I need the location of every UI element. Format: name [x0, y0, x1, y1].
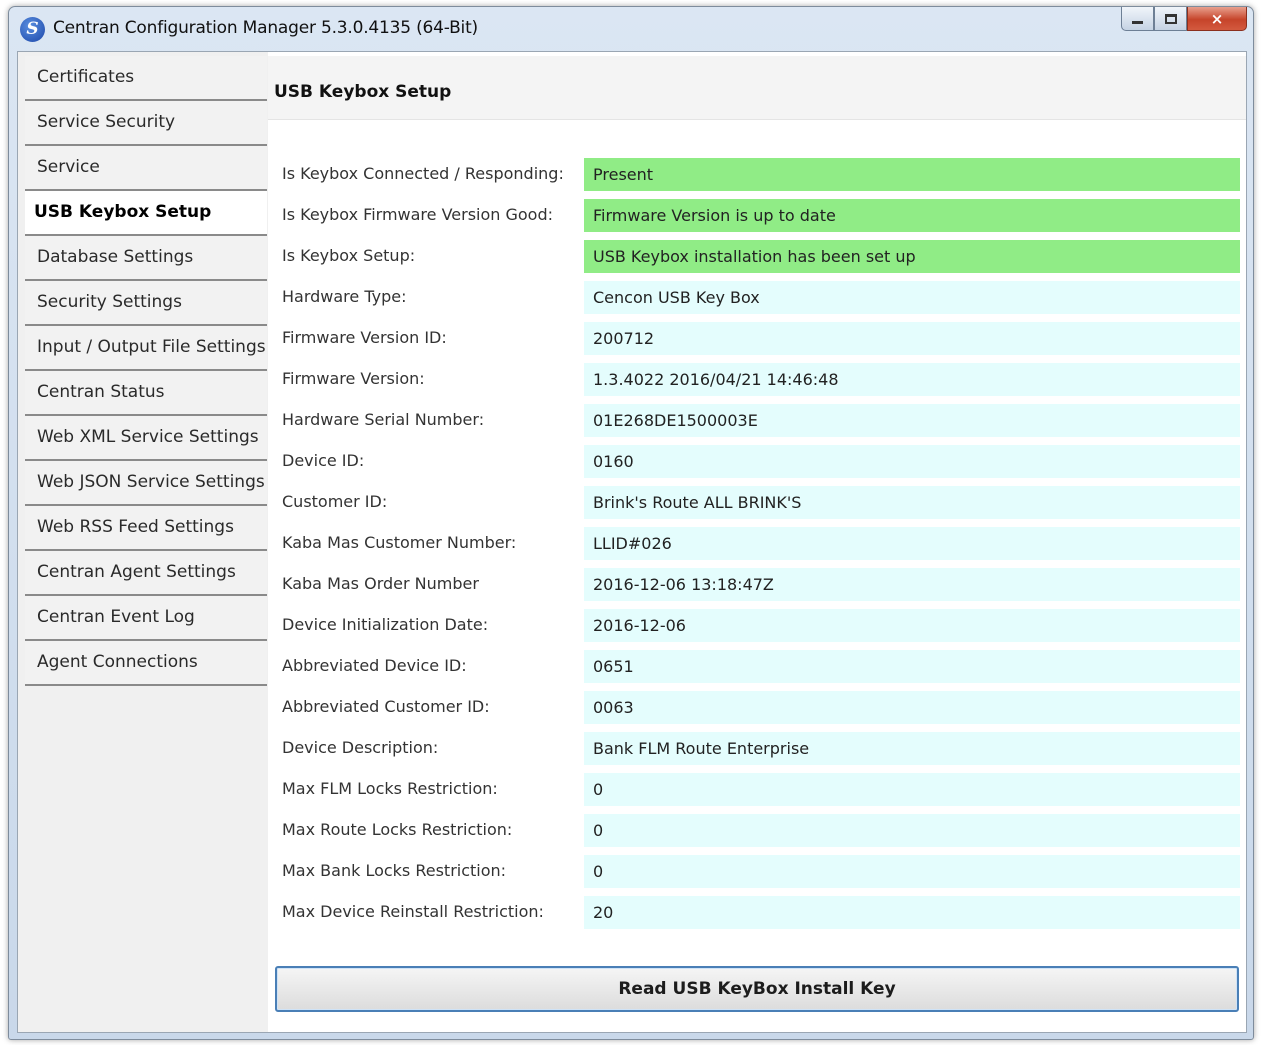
- field-row: Is Keybox Connected / Responding: Presen…: [268, 158, 1246, 191]
- field-label: Max FLM Locks Restriction:: [282, 779, 498, 798]
- maximize-button[interactable]: [1154, 7, 1187, 31]
- field-value: USB Keybox installation has been set up: [584, 240, 1240, 273]
- read-install-key-button[interactable]: Read USB KeyBox Install Key: [275, 966, 1239, 1012]
- field-label: Device Description:: [282, 738, 439, 757]
- field-label: Firmware Version:: [282, 369, 425, 388]
- content-header: USB Keybox Setup: [268, 56, 1246, 120]
- field-value: Bank FLM Route Enterprise: [584, 732, 1240, 765]
- sidebar-item-centran-status[interactable]: Centran Status: [25, 371, 267, 416]
- sidebar-item-usb-keybox-setup[interactable]: USB Keybox Setup: [25, 191, 267, 236]
- field-row: Customer ID: Brink's Route ALL BRINK'S: [268, 486, 1246, 519]
- field-row: Abbreviated Customer ID: 0063: [268, 691, 1246, 724]
- field-row: Firmware Version: 1.3.4022 2016/04/21 14…: [268, 363, 1246, 396]
- field-label: Is Keybox Setup:: [282, 246, 416, 265]
- sidebar-item-io-file-settings[interactable]: Input / Output File Settings: [25, 326, 267, 371]
- close-button[interactable]: ×: [1187, 7, 1247, 31]
- client-area: Certificates Service Security Service US…: [17, 51, 1247, 1033]
- app-logo-icon: S: [20, 17, 45, 42]
- field-label: Abbreviated Device ID:: [282, 656, 467, 675]
- field-row: Max Bank Locks Restriction: 0: [268, 855, 1246, 888]
- minimize-button[interactable]: [1121, 7, 1154, 31]
- field-value: 0063: [584, 691, 1240, 724]
- sidebar-item-web-xml-service[interactable]: Web XML Service Settings: [25, 416, 267, 461]
- field-row: Max FLM Locks Restriction: 0: [268, 773, 1246, 806]
- page-title: USB Keybox Setup: [274, 82, 452, 102]
- sidebar-item-service[interactable]: Service: [25, 146, 267, 191]
- sidebar-item-service-security[interactable]: Service Security: [25, 101, 267, 146]
- field-label: Hardware Serial Number:: [282, 410, 485, 429]
- sidebar-item-certificates[interactable]: Certificates: [25, 56, 267, 101]
- field-value: Present: [584, 158, 1240, 191]
- field-value: LLID#026: [584, 527, 1240, 560]
- maximize-icon: [1164, 13, 1177, 24]
- sidebar-item-security-settings[interactable]: Security Settings: [25, 281, 267, 326]
- field-label: Firmware Version ID:: [282, 328, 447, 347]
- field-row: Max Device Reinstall Restriction: 20: [268, 896, 1246, 929]
- field-value: 2016-12-06: [584, 609, 1240, 642]
- window-controls: ×: [1121, 7, 1247, 33]
- field-label: Is Keybox Firmware Version Good:: [282, 205, 554, 224]
- field-label: Device Initialization Date:: [282, 615, 489, 634]
- field-label: Device ID:: [282, 451, 365, 470]
- window-title: Centran Configuration Manager 5.3.0.4135…: [53, 18, 478, 38]
- minimize-icon: [1132, 21, 1143, 24]
- field-value: Firmware Version is up to date: [584, 199, 1240, 232]
- field-row: Is Keybox Setup: USB Keybox installation…: [268, 240, 1246, 273]
- field-value: Brink's Route ALL BRINK'S: [584, 486, 1240, 519]
- field-label: Abbreviated Customer ID:: [282, 697, 490, 716]
- field-value: 0: [584, 855, 1240, 888]
- field-value: Cencon USB Key Box: [584, 281, 1240, 314]
- field-value: 200712: [584, 322, 1240, 355]
- field-label: Is Keybox Connected / Responding:: [282, 164, 564, 183]
- field-value: 0: [584, 814, 1240, 847]
- field-row: Abbreviated Device ID: 0651: [268, 650, 1246, 683]
- field-value: 0651: [584, 650, 1240, 683]
- field-label: Max Route Locks Restriction:: [282, 820, 513, 839]
- field-label: Customer ID:: [282, 492, 388, 511]
- field-value: 20: [584, 896, 1240, 929]
- field-value: 1.3.4022 2016/04/21 14:46:48: [584, 363, 1240, 396]
- field-row: Firmware Version ID: 200712: [268, 322, 1246, 355]
- field-row: Kaba Mas Customer Number: LLID#026: [268, 527, 1246, 560]
- field-row: Hardware Type: Cencon USB Key Box: [268, 281, 1246, 314]
- field-value: 2016-12-06 13:18:47Z: [584, 568, 1240, 601]
- sidebar-item-agent-connections[interactable]: Agent Connections: [25, 641, 267, 686]
- field-row: Hardware Serial Number: 01E268DE1500003E: [268, 404, 1246, 437]
- field-row: Device Initialization Date: 2016-12-06: [268, 609, 1246, 642]
- field-value: 01E268DE1500003E: [584, 404, 1240, 437]
- field-value: 0: [584, 773, 1240, 806]
- sidebar-item-centran-agent-settings[interactable]: Centran Agent Settings: [25, 551, 267, 596]
- field-label: Max Device Reinstall Restriction:: [282, 902, 544, 921]
- content-panel: USB Keybox Setup Is Keybox Connected / R…: [268, 52, 1246, 1032]
- sidebar-item-web-json-service[interactable]: Web JSON Service Settings: [25, 461, 267, 506]
- field-row: Max Route Locks Restriction: 0: [268, 814, 1246, 847]
- close-icon: ×: [1210, 9, 1224, 28]
- field-value: 0160: [584, 445, 1240, 478]
- field-label: Max Bank Locks Restriction:: [282, 861, 507, 880]
- sidebar-item-centran-event-log[interactable]: Centran Event Log: [25, 596, 267, 641]
- sidebar-item-web-rss-feed[interactable]: Web RSS Feed Settings: [25, 506, 267, 551]
- sidebar-item-database-settings[interactable]: Database Settings: [25, 236, 267, 281]
- sidebar-nav: Certificates Service Security Service US…: [25, 56, 267, 1026]
- field-label: Hardware Type:: [282, 287, 407, 306]
- field-label: Kaba Mas Order Number: [282, 574, 479, 593]
- field-row: Device ID: 0160: [268, 445, 1246, 478]
- field-row: Device Description: Bank FLM Route Enter…: [268, 732, 1246, 765]
- field-label: Kaba Mas Customer Number:: [282, 533, 517, 552]
- title-bar[interactable]: S Centran Configuration Manager 5.3.0.41…: [9, 7, 1253, 49]
- field-row: Kaba Mas Order Number 2016-12-06 13:18:4…: [268, 568, 1246, 601]
- app-window: S Centran Configuration Manager 5.3.0.41…: [8, 6, 1254, 1040]
- field-row: Is Keybox Firmware Version Good: Firmwar…: [268, 199, 1246, 232]
